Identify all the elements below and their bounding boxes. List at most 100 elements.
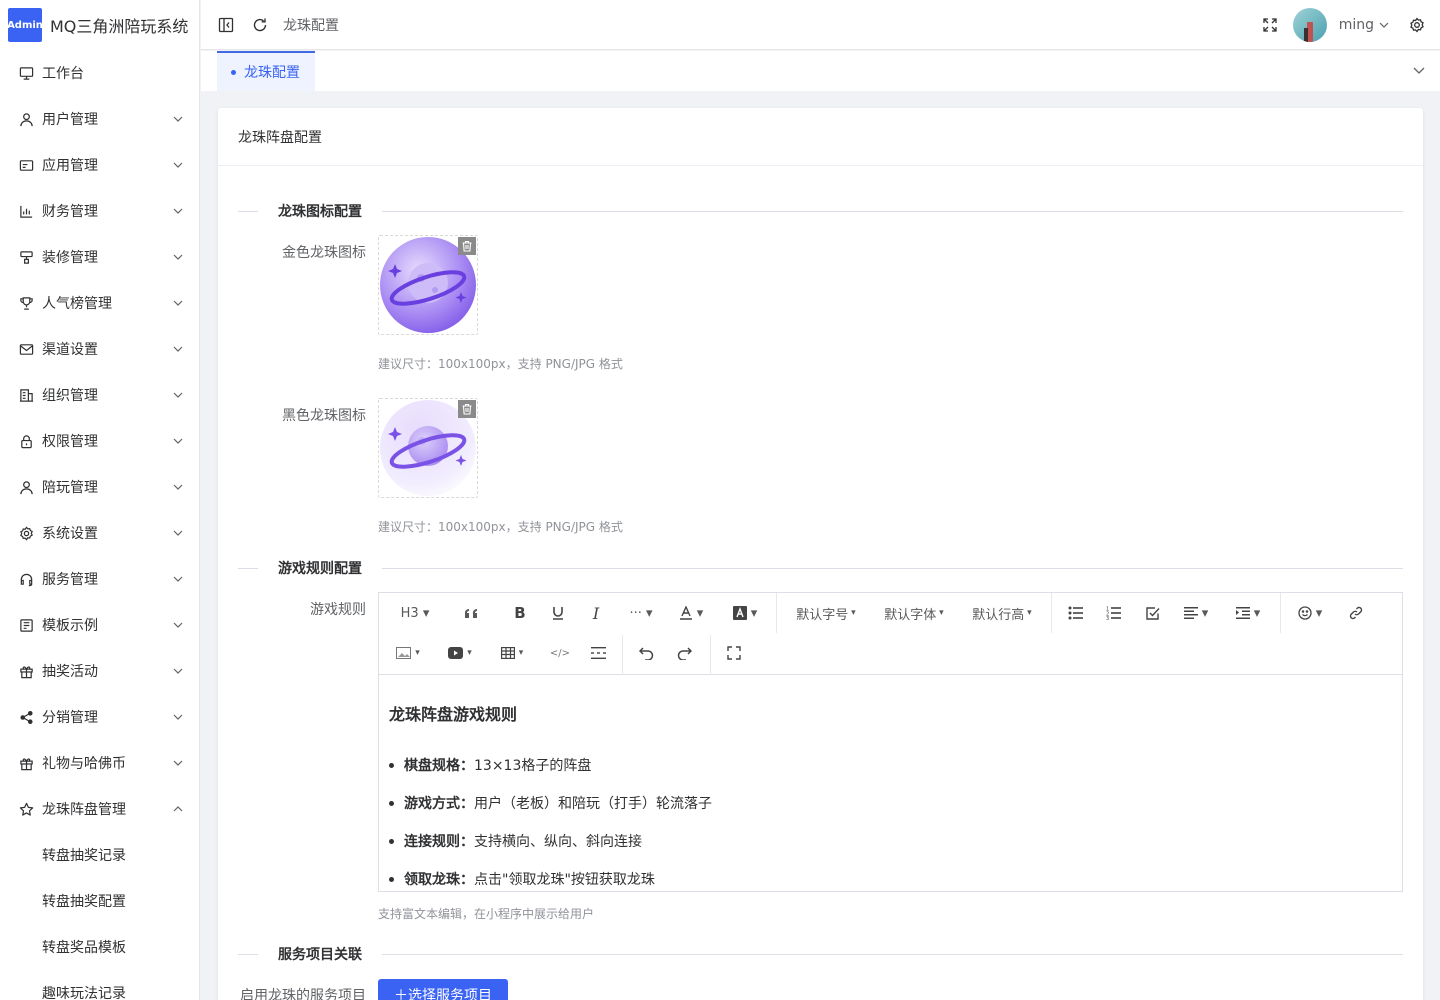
sidebar-item-label: 系统设置 [42, 526, 98, 542]
checklist-icon[interactable] [1139, 598, 1165, 628]
black-icon-upload[interactable] [378, 398, 478, 498]
active-dot [231, 69, 236, 75]
link-icon[interactable] [1343, 598, 1369, 628]
list-item: 棋盘规格： 13×13格子的阵盘 [389, 755, 1392, 775]
undo-icon[interactable] [633, 638, 659, 668]
table-icon[interactable]: ▾ [497, 638, 527, 668]
sidebar-subitem-fun-records[interactable]: 趣味玩法记录 [0, 970, 199, 1000]
gift-icon [18, 755, 34, 771]
more-format-select[interactable]: ··· ▾ [623, 598, 659, 628]
refresh-icon[interactable] [251, 16, 269, 34]
sidebar-item-decoration[interactable]: 装修管理 [0, 234, 199, 280]
sidebar-item-finance[interactable]: 财务管理 [0, 188, 199, 234]
rule-key: 连接规则： [404, 834, 474, 850]
list-item: 领取龙珠： 点击"领取龙珠"按钮获取龙珠 [389, 869, 1392, 889]
sidebar-item-templates[interactable]: 模板示例 [0, 602, 199, 648]
sidebar-subitem-wheel-config[interactable]: 转盘抽奖配置 [0, 878, 199, 924]
chevron-up-icon [173, 804, 183, 814]
numbered-list-icon[interactable]: 123 [1101, 598, 1127, 628]
list-item: 连接规则： 支持横向、纵向、斜向连接 [389, 831, 1392, 851]
fullscreen-icon[interactable] [1261, 16, 1279, 34]
divider-icon[interactable] [585, 638, 611, 668]
template-icon [18, 617, 34, 633]
delete-icon[interactable] [458, 400, 476, 418]
chevron-down-icon [173, 160, 183, 170]
collapse-sidebar-icon[interactable] [217, 16, 235, 34]
indent-select-icon[interactable]: ▾ [1231, 598, 1265, 628]
sidebar-item-channel[interactable]: 渠道设置 [0, 326, 199, 372]
emoji-icon[interactable]: ▾ [1293, 598, 1327, 628]
rules-list: 棋盘规格： 13×13格子的阵盘 游戏方式： 用户（老板）和陪玩（打手）轮流落子 连… [389, 755, 1392, 889]
line-height-select[interactable]: 默认行高 ▾ [967, 598, 1037, 628]
monitor-icon [18, 65, 34, 81]
gold-icon-upload[interactable] [378, 235, 478, 335]
font-color-icon[interactable]: ▾ [675, 598, 707, 628]
sidebar-item-dragonball[interactable]: 龙珠阵盘管理 [0, 786, 199, 832]
avatar[interactable] [1292, 7, 1327, 42]
font-family-value: 默认字体 [884, 607, 937, 623]
chevron-down-icon[interactable] [1412, 63, 1428, 79]
sidebar-subitem-wheel-records[interactable]: 转盘抽奖记录 [0, 832, 199, 878]
building-icon [18, 387, 34, 403]
sidebar-item-label: 陪玩管理 [42, 480, 98, 496]
delete-icon[interactable] [458, 237, 476, 255]
rule-key: 游戏方式： [404, 796, 474, 812]
sidebar-item-label: 礼物与哈佛币 [42, 756, 126, 772]
font-family-select[interactable]: 默认字体 ▾ [879, 598, 949, 628]
sidebar-item-label: 模板示例 [42, 618, 98, 634]
redo-icon[interactable] [671, 638, 697, 668]
logo-badge: Admin [7, 8, 43, 42]
sidebar-item-lottery[interactable]: 抽奖活动 [0, 648, 199, 694]
chevron-down-icon [173, 620, 183, 630]
bold-icon[interactable]: B [507, 598, 533, 628]
sidebar-item-label: 应用管理 [42, 158, 98, 174]
sidebar-item-system[interactable]: 系统设置 [0, 510, 199, 556]
font-size-select[interactable]: 默认字号 ▾ [791, 598, 861, 628]
quote-icon[interactable] [459, 598, 485, 628]
chevron-down-icon[interactable] [1378, 16, 1390, 34]
tab-dragonball-config[interactable]: 龙珠配置 [217, 51, 315, 91]
background-color-icon[interactable]: ▾ [729, 598, 761, 628]
gear-icon[interactable] [1408, 16, 1426, 34]
code-icon[interactable]: </> [547, 638, 573, 668]
align-select-icon[interactable]: ▾ [1179, 598, 1213, 628]
editor-content[interactable]: 龙珠阵盘游戏规则 棋盘规格： 13×13格子的阵盘 游戏方式： 用户（老板）和陪玩（… [379, 675, 1402, 927]
sidebar-item-distribution[interactable]: 分销管理 [0, 694, 199, 740]
select-service-button[interactable]: ＋选择服务项目 [378, 979, 508, 1000]
svg-text:3: 3 [1106, 616, 1109, 620]
sidebar-item-service[interactable]: 服务管理 [0, 556, 199, 602]
chevron-down-icon [173, 574, 183, 584]
sidebar-item-label: 用户管理 [42, 112, 98, 128]
mail-icon [18, 341, 34, 357]
sidebar-item-label: 工作台 [42, 66, 84, 82]
editor-hint: 支持富文本编辑，在小程序中展示给用户 [378, 907, 595, 921]
heading-select[interactable]: H3 ▾ [395, 598, 435, 628]
username[interactable]: ming [1339, 17, 1374, 33]
logo[interactable]: Admin MQ三角洲陪玩系统 [0, 0, 199, 50]
sidebar-item-workbench[interactable]: 工作台 [0, 50, 199, 96]
star-icon [18, 801, 34, 817]
sidebar-item-users[interactable]: 用户管理 [0, 96, 199, 142]
sidebar-item-gifts[interactable]: 礼物与哈佛币 [0, 740, 199, 786]
underline-icon[interactable] [545, 598, 571, 628]
sidebar-item-companion[interactable]: 陪玩管理 [0, 464, 199, 510]
sidebar-item-organization[interactable]: 组织管理 [0, 372, 199, 418]
italic-icon[interactable]: I [583, 598, 609, 628]
bulleted-list-icon[interactable] [1063, 598, 1089, 628]
rules-label: 游戏规则 [310, 602, 366, 618]
video-icon[interactable]: ▾ [445, 638, 475, 668]
fullscreen-icon[interactable] [721, 638, 747, 668]
rich-text-editor[interactable]: H3 ▾ B I ··· ▾ ▾ ▾ 默认字号 ▾ 默认字体 ▾ 默认行高 ▾ … [378, 592, 1403, 892]
sidebar-item-apps[interactable]: 应用管理 [0, 142, 199, 188]
image-icon[interactable]: ▾ [393, 638, 423, 668]
tabs-bar: 龙珠配置 [201, 51, 1440, 91]
sidebar-item-permissions[interactable]: 权限管理 [0, 418, 199, 464]
chevron-down-icon [173, 344, 183, 354]
user-icon [18, 111, 34, 127]
sidebar-item-ranking[interactable]: 人气榜管理 [0, 280, 199, 326]
sidebar-subitem-wheel-prize-template[interactable]: 转盘奖品模板 [0, 924, 199, 970]
chevron-down-icon [173, 482, 183, 492]
sidebar-item-label: 装修管理 [42, 250, 98, 266]
sidebar-item-label: 服务管理 [42, 572, 98, 588]
topbar: 龙珠配置 ming [201, 0, 1440, 50]
